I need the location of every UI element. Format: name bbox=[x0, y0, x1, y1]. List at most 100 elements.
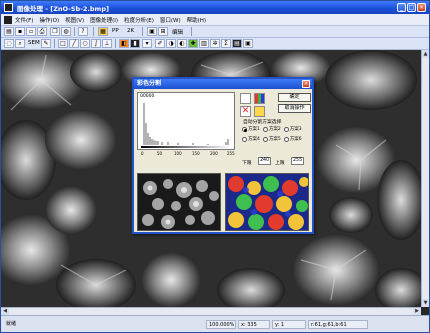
radio-scheme-4[interactable]: 方案4 bbox=[242, 136, 260, 142]
black-fill-icon[interactable]: ▮ bbox=[130, 39, 140, 48]
histogram-plot bbox=[143, 103, 229, 145]
axis-tick: 50 bbox=[157, 151, 163, 156]
radio-dot[interactable] bbox=[242, 136, 247, 142]
scroll-left-icon[interactable]: ◀ bbox=[1, 308, 9, 315]
toolbar-label-sem[interactable]: SEM bbox=[28, 40, 40, 46]
axis-tick: 0 bbox=[141, 151, 144, 156]
curve-icon[interactable]: ∫ bbox=[91, 39, 101, 48]
measure-icon[interactable]: ⊥ bbox=[102, 39, 112, 48]
horizontal-scrollbar[interactable]: ◀ ▶ bbox=[1, 307, 421, 315]
document-icon[interactable] bbox=[4, 16, 12, 24]
statistics-icon[interactable]: Σ bbox=[221, 39, 231, 48]
toolbar-label-pp[interactable]: PP bbox=[112, 28, 119, 34]
print-icon[interactable]: ⎙ bbox=[37, 27, 47, 36]
toolbar-label-2k[interactable]: 2K bbox=[127, 28, 134, 34]
cancel-button[interactable]: 取消操作 bbox=[278, 104, 311, 113]
export-icon[interactable]: ▣ bbox=[243, 39, 253, 48]
radio-dot[interactable] bbox=[262, 136, 268, 142]
menu-particle-analysis[interactable]: 粒度分析(E) bbox=[124, 16, 154, 24]
histogram: 00000 bbox=[137, 92, 235, 150]
scheme-radio-row-1: 方案1 方案2 方案3 bbox=[242, 126, 302, 132]
line-icon[interactable]: ╱ bbox=[69, 39, 79, 48]
rectangle-icon[interactable]: □ bbox=[58, 39, 68, 48]
app-icon bbox=[4, 3, 13, 12]
analysis-icon[interactable]: ✚ bbox=[188, 39, 198, 48]
intensity-gradient bbox=[141, 146, 231, 148]
help-icon[interactable]: ? bbox=[78, 27, 88, 36]
toolbar-separator bbox=[115, 39, 116, 48]
layers-icon[interactable]: ⊞ bbox=[158, 27, 168, 36]
application-window: 图像处理 - [ZnO-Sb-2.bmp] _ □ × 文件(F) 操作(O) … bbox=[0, 0, 430, 333]
close-button[interactable]: × bbox=[417, 3, 426, 12]
chart-icon[interactable]: ▥ bbox=[199, 39, 209, 48]
upper-limit-label: 上限 bbox=[275, 161, 285, 166]
maximize-button[interactable]: □ bbox=[407, 3, 416, 12]
menu-view[interactable]: 视图(V) bbox=[65, 16, 84, 24]
copy-icon[interactable]: ❐ bbox=[50, 27, 60, 36]
scroll-down-icon[interactable]: ▼ bbox=[422, 299, 429, 307]
paint-icon[interactable] bbox=[254, 106, 265, 117]
new-icon[interactable]: ▫ bbox=[26, 27, 36, 36]
zoom-icon[interactable]: ⌕ bbox=[15, 39, 25, 48]
ok-button[interactable]: 确定 bbox=[278, 93, 311, 102]
title-bar[interactable]: 图像处理 - [ZnO-Sb-2.bmp] _ □ × bbox=[1, 1, 429, 14]
radio-scheme-2[interactable]: 方案2 bbox=[262, 126, 281, 132]
settings-icon[interactable]: ✲ bbox=[210, 39, 220, 48]
lower-limit-label: 下限 bbox=[242, 161, 252, 166]
status-y: y: 1 bbox=[272, 320, 306, 329]
menu-operate[interactable]: 操作(O) bbox=[39, 16, 59, 24]
radio-dot[interactable] bbox=[283, 136, 289, 142]
status-rgb: r:61,g:61,b:61 bbox=[308, 320, 368, 329]
scheme-radio-row-2: 方案4 方案5 方案6 bbox=[242, 136, 302, 142]
image-icon[interactable]: ▣ bbox=[147, 27, 157, 36]
radio-dot[interactable] bbox=[262, 126, 268, 132]
radio-scheme-5[interactable]: 方案5 bbox=[262, 136, 281, 142]
menu-bar: 文件(F) 操作(O) 视图(V) 图像处理(I) 粒度分析(E) 窗口(W) … bbox=[1, 14, 429, 26]
radio-dot[interactable] bbox=[242, 126, 247, 132]
ellipse-icon[interactable]: ○ bbox=[80, 39, 90, 48]
brush-icon[interactable]: ✐ bbox=[155, 39, 165, 48]
toolbar-separator bbox=[191, 27, 192, 36]
dialog-close-button[interactable]: × bbox=[302, 80, 310, 88]
color-icon[interactable]: ◧ bbox=[119, 39, 129, 48]
status-ready: 就绪 bbox=[6, 321, 17, 327]
filter-icon[interactable]: ◐ bbox=[177, 39, 187, 48]
menu-file[interactable]: 文件(F) bbox=[15, 16, 33, 24]
color-grid-icon[interactable] bbox=[254, 93, 265, 104]
fill-icon[interactable]: ▾ bbox=[142, 39, 152, 48]
menu-help[interactable]: 帮助(H) bbox=[187, 16, 206, 24]
radio-scheme-3[interactable]: 方案3 bbox=[283, 126, 302, 132]
menu-image-processing[interactable]: 图像处理(I) bbox=[90, 16, 118, 24]
status-bar: 就绪 100.000% x: 335 y: 1 r:61,g:61,b:61 bbox=[1, 315, 429, 332]
scheme-group-label: 自动分割方案选择 bbox=[243, 120, 282, 125]
menu-window[interactable]: 窗口(W) bbox=[160, 16, 181, 24]
main-toolbar: ▤ ▪ ▫ ⎙ ❐ ◍ ? ▦ PP 2K ▣ ⊞ 编辑 bbox=[1, 26, 429, 38]
segmented-preview-image bbox=[226, 174, 308, 230]
new-document-icon[interactable] bbox=[240, 93, 251, 104]
histogram-axis: 0 50 100 150 200 255 bbox=[137, 151, 241, 157]
lower-limit-input[interactable]: 240 bbox=[258, 157, 271, 165]
palette-icon[interactable]: ◑ bbox=[166, 39, 176, 48]
dialog-title[interactable]: 彩色分割 bbox=[134, 79, 312, 89]
vertical-scrollbar[interactable]: ▲ ▼ bbox=[421, 50, 429, 307]
grid-icon[interactable]: ▦ bbox=[98, 27, 108, 36]
scroll-up-icon[interactable]: ▲ bbox=[422, 50, 429, 58]
window-title: 图像处理 - [ZnO-Sb-2.bmp] bbox=[17, 5, 109, 13]
open-icon[interactable]: ▤ bbox=[4, 27, 14, 36]
radio-dot[interactable] bbox=[283, 126, 289, 132]
radio-scheme-1[interactable]: 方案1 bbox=[242, 126, 260, 132]
select-icon[interactable]: ◌ bbox=[4, 39, 14, 48]
minimize-button[interactable]: _ bbox=[397, 3, 406, 12]
status-zoom: 100.000% bbox=[206, 320, 236, 329]
toolbar-label-edit[interactable]: 编辑 bbox=[172, 28, 183, 36]
scroll-right-icon[interactable]: ▶ bbox=[413, 308, 421, 315]
toolbar-separator bbox=[54, 39, 55, 48]
preview-icon[interactable]: ◍ bbox=[61, 27, 71, 36]
delete-icon[interactable]: ✕ bbox=[240, 106, 251, 117]
upper-limit-input[interactable]: 255 bbox=[291, 157, 304, 165]
pencil-icon[interactable]: ✎ bbox=[41, 39, 51, 48]
toolbar-separator bbox=[74, 27, 75, 36]
histogram-icon[interactable]: ▤ bbox=[232, 39, 242, 48]
radio-scheme-6[interactable]: 方案6 bbox=[283, 136, 302, 142]
save-icon[interactable]: ▪ bbox=[15, 27, 25, 36]
